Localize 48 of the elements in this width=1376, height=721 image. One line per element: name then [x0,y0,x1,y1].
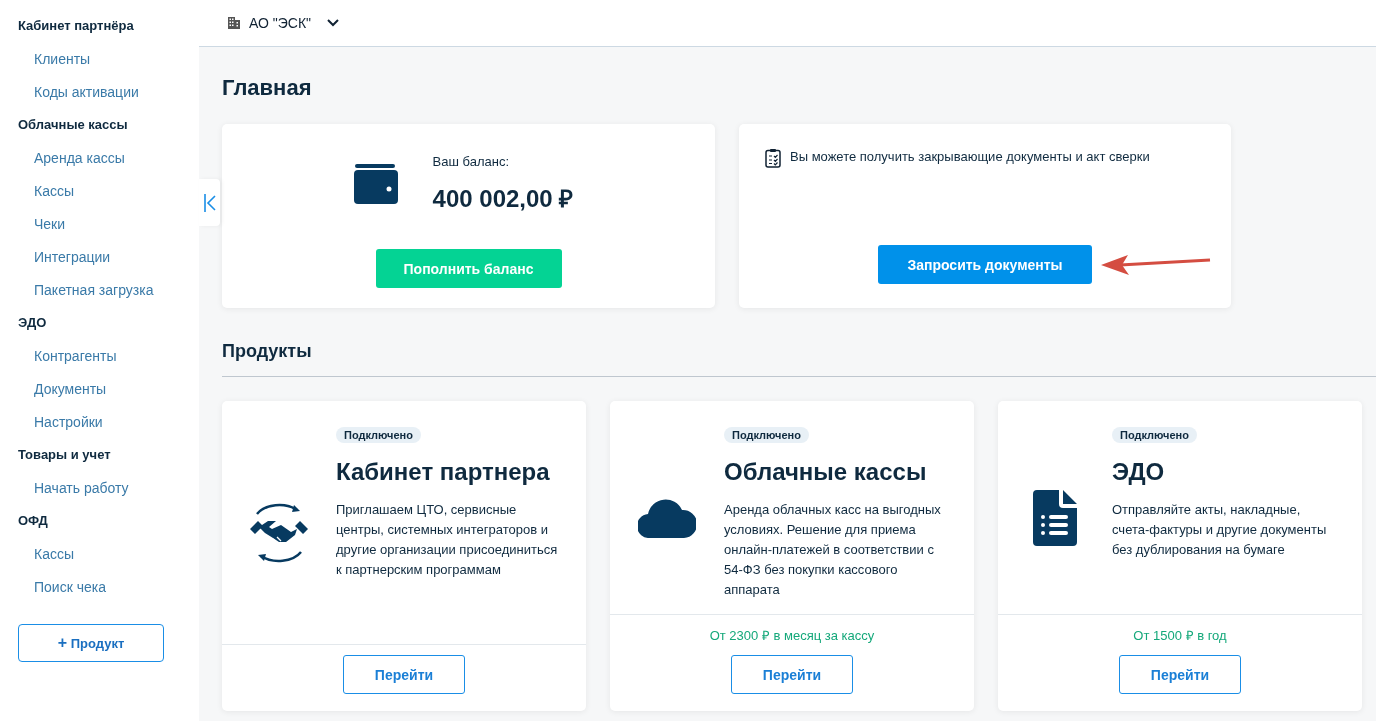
go-button[interactable]: Перейти [343,655,465,694]
documents-info-text: Вы можете получить закрывающие документы и акт сверки [790,149,1150,164]
sidebar-item[interactable]: Поиск чека [0,573,199,606]
product-title: ЭДО [1112,458,1166,486]
sidebar-item[interactable]: Клиенты [0,45,199,78]
price-text: От 1500 ₽ в год [1133,627,1227,644]
building-icon [227,16,241,30]
sidebar-section-heading[interactable]: Кабинет партнёра [0,12,199,45]
sidebar-section-heading[interactable]: Облачные кассы [0,111,199,144]
status-badge: Подключено [724,427,809,443]
section-title: Продукты [222,341,313,362]
sidebar-item[interactable]: Кассы [0,177,199,210]
sidebar-item[interactable]: Пакетная загрузка [0,276,199,309]
product-title: Кабинет партнера [336,458,551,486]
balance-amount: 400 002,00 ₽ [432,184,574,214]
sidebar-item[interactable]: Начать работу [0,474,199,507]
wallet-icon [353,164,398,204]
sidebar-item[interactable]: Настройки [0,408,199,441]
status-badge: Подключено [336,427,421,443]
status-badge: Подключено [1112,427,1197,443]
sidebar-section-heading[interactable]: ОФД [0,507,199,540]
sidebar-item[interactable]: Контрагенты [0,342,199,375]
sidebar-item[interactable]: Аренда кассы [0,144,199,177]
go-button[interactable]: Перейти [731,655,853,694]
product-description: Аренда облачных касс на выгодных условиях. Решение для приема онлайн-платежей в соответствии с 54-ФЗ без покупки кассового аппарата [724,501,942,599]
sidebar-section-heading[interactable]: ЭДО [0,309,199,342]
sidebar-item[interactable]: Документы [0,375,199,408]
sidebar-item[interactable]: Кассы [0,540,199,573]
clipboard-icon [765,148,781,168]
organization-selector[interactable]: АО "ЭСК" [227,15,340,31]
go-button[interactable]: Перейти [1119,655,1241,694]
sidebar-item[interactable]: Интеграции [0,243,199,276]
product-description: Отправляйте акты, накладные, счета-фактуры и другие документы без дублирования на бумаге [1112,501,1328,559]
sidebar-section-heading[interactable]: Товары и учет [0,441,199,474]
document-list-icon [1033,489,1077,546]
request-documents-button[interactable]: Запросить документы [878,245,1092,284]
add-product-button[interactable]: + Продукт [18,624,164,662]
chevron-down-icon [327,19,340,27]
product-title: Облачные кассы [724,458,928,486]
collapse-icon [202,191,217,214]
product-description: Приглашаем ЦТО, сервисные центры, системных интеграторов и другие организации присоединиться к партнерским программам [336,501,558,579]
cloud-icon [638,497,696,538]
sidebar-item[interactable]: Коды активации [0,78,199,111]
price-text: От 2300 ₽ в месяц за кассу [709,627,875,644]
balance-label: Ваш баланс: [432,154,511,169]
sidebar-item[interactable]: Чеки [0,210,199,243]
page-title: Главная [222,75,313,101]
collapse-sidebar-button[interactable] [199,179,220,226]
